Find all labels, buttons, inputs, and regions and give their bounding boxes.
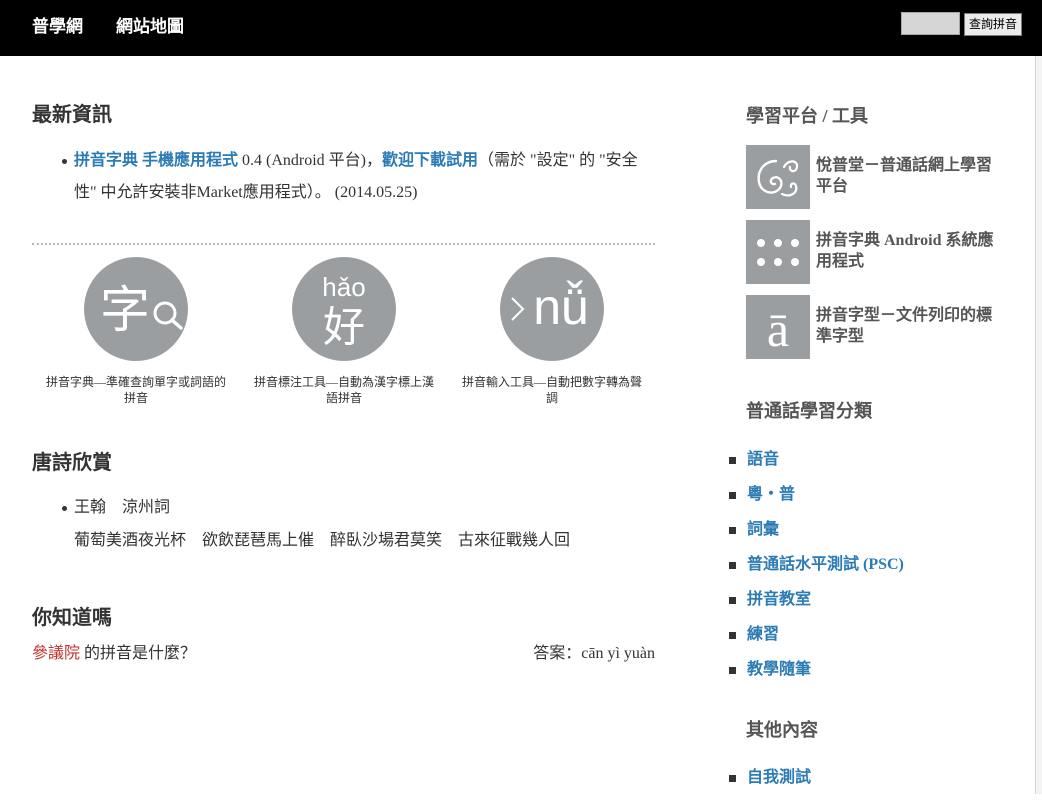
category-link-cantonese-mandarin[interactable]: 粵・普 xyxy=(747,486,795,503)
other-content-list: 自我測試 xyxy=(729,766,811,801)
quiz-answer: 答案：cān yì yuàn xyxy=(533,642,655,666)
pinyin-dictionary-tool-link[interactable]: 字 xyxy=(84,257,188,361)
pinyin-annotation-icon[interactable]: hǎo 好 xyxy=(292,257,396,361)
news-version-text: 0.4 (Android 平台)， xyxy=(238,152,383,169)
tool-caption: 拼音標注工具—自動為漢字標上漢語拼音 xyxy=(253,375,434,405)
dictionary-magnifier-icon[interactable]: 字 xyxy=(84,257,188,361)
category-link-pinyin-class[interactable]: 拼音教室 xyxy=(747,591,811,608)
poem-line: 醉臥沙場君莫笑 xyxy=(330,532,443,549)
platform-label[interactable]: 悅普堂－普通話網上學習平台 xyxy=(816,155,1002,209)
letter-a-macron-icon[interactable]: ā xyxy=(746,295,810,359)
font-glyph: ā xyxy=(767,301,789,357)
quiz-answer-pinyin: cān yì yuàn xyxy=(581,645,655,662)
pinyin-search-input[interactable] xyxy=(901,12,960,35)
list-item: 語音 xyxy=(729,448,904,472)
square-bullet xyxy=(729,667,736,674)
vertical-scrollbar[interactable] xyxy=(1035,56,1042,794)
annotation-glyph: 好 xyxy=(323,304,365,351)
list-item: 教學隨筆 xyxy=(729,658,904,682)
platform-label[interactable]: 拼音字型－文件列印的標準字型 xyxy=(816,305,1002,359)
square-bullet xyxy=(729,492,736,499)
list-item: 詞彙 xyxy=(729,518,904,542)
platform-label[interactable]: 拼音字典 Android 系統應用程式 xyxy=(816,230,1002,284)
bullet xyxy=(62,159,67,164)
dictionary-glyph: 字 xyxy=(100,282,150,338)
square-bullet xyxy=(729,457,736,464)
pinyin-search-button[interactable]: 查詢拼音 xyxy=(964,13,1022,36)
quiz-word: 參議院 xyxy=(32,645,81,662)
platform-item-pinyin-font[interactable]: ā 拼音字型－文件列印的標準字型 xyxy=(746,295,1006,359)
bullet xyxy=(62,506,67,511)
annotation-pinyin: hǎo xyxy=(322,272,365,302)
square-bullet xyxy=(729,632,736,639)
news-item: 拼音字典 手機應用程式 0.4 (Android 平台)，歡迎下載試用（需於 "… xyxy=(62,145,646,209)
quiz-question-text: 的拼音是什麼？ xyxy=(80,645,197,662)
poem-author: 王翰 xyxy=(74,499,107,516)
tool-annotation: hǎo 好 拼音標注工具—自動為漢字標上漢語拼音 xyxy=(240,257,448,406)
poem-line: 古來征戰幾人回 xyxy=(458,532,571,549)
download-link[interactable]: 歡迎下載試用 xyxy=(382,152,478,169)
platform-item-android-app[interactable]: 拼音字典 Android 系統應用程式 xyxy=(746,220,1006,284)
list-item: 普通話水平測試 (PSC) xyxy=(729,553,904,577)
tools-row: 字 拼音字典—準確查詢單字或詞語的拼音 hǎo 好 拼音標注工具—自動為漢字標上… xyxy=(32,257,656,406)
tool-caption: 拼音輸入工具—自動把數字轉為聲調 xyxy=(461,375,642,405)
tool-dictionary: 字 拼音字典—準確查詢單字或詞語的拼音 xyxy=(32,257,240,406)
square-bullet xyxy=(729,597,736,604)
category-link-vocabulary[interactable]: 詞彙 xyxy=(747,521,779,538)
list-item: 粵・普 xyxy=(729,483,904,507)
input-glyph: nǚ xyxy=(533,279,589,335)
quiz-question: 參議院 的拼音是什麼？ xyxy=(32,642,196,666)
dots-grid-icon[interactable] xyxy=(746,220,810,284)
list-item: 拼音教室 xyxy=(729,588,904,612)
list-item: 練習 xyxy=(729,623,904,647)
category-link-teaching-notes[interactable]: 教學隨筆 xyxy=(747,661,811,678)
pinyin-dictionary-app-link[interactable]: 拼音字典 手機應用程式 xyxy=(74,152,238,169)
platform-item-yuepu[interactable]: 悅普堂－普通話網上學習平台 xyxy=(746,145,1006,209)
poem-body: 葡萄美酒夜光杯 欲飲琵琶馬上催 醉臥沙場君莫笑 古來征戰幾人回 xyxy=(74,529,570,553)
tool-caption: 拼音字典—準確查詢單字或詞語的拼音 xyxy=(45,375,226,405)
site-home-link[interactable]: 普學網 xyxy=(32,17,83,37)
category-link-exercises[interactable]: 練習 xyxy=(747,626,779,643)
top-navigation-bar: 普學網 網站地圖 查詢拼音 xyxy=(0,0,1042,56)
category-link-phonetics[interactable]: 語音 xyxy=(747,451,779,468)
category-link-psc[interactable]: 普通話水平測試 (PSC) xyxy=(747,556,904,573)
square-bullet xyxy=(729,775,736,782)
poem-line: 欲飲琵琶馬上催 xyxy=(202,532,315,549)
poem-header: 王翰 涼州詞 xyxy=(62,496,171,520)
other-content-heading: 其他內容 xyxy=(746,720,818,740)
categories-heading: 普通話學習分類 xyxy=(746,401,872,421)
pinyin-input-tool-link[interactable]: nǚ xyxy=(500,257,604,361)
square-bullet xyxy=(729,562,736,569)
dotted-divider xyxy=(32,243,655,245)
tool-input: nǚ 拼音輸入工具—自動把數字轉為聲調 xyxy=(448,257,656,406)
sitemap-link[interactable]: 網站地圖 xyxy=(116,17,184,37)
news-heading: 最新資訊 xyxy=(32,104,112,126)
pinyin-input-icon[interactable]: nǚ xyxy=(500,257,604,361)
did-you-know-heading: 你知道嗎 xyxy=(32,607,112,629)
poem-line: 葡萄美酒夜光杯 xyxy=(74,532,187,549)
list-item: 自我測試 xyxy=(729,766,811,790)
quiz-answer-label: 答案： xyxy=(533,645,582,662)
swirl-logo-icon[interactable] xyxy=(746,145,810,209)
platforms-heading: 學習平台 / 工具 xyxy=(746,106,869,126)
tang-poetry-heading: 唐詩欣賞 xyxy=(32,452,112,474)
self-test-link[interactable]: 自我測試 xyxy=(747,769,811,786)
square-bullet xyxy=(729,527,736,534)
news-list: 拼音字典 手機應用程式 0.4 (Android 平台)，歡迎下載試用（需於 "… xyxy=(62,145,646,209)
categories-list: 語音 粵・普 詞彙 普通話水平測試 (PSC) 拼音教室 練習 教學隨筆 xyxy=(729,448,904,693)
poem-title: 涼州詞 xyxy=(122,499,171,516)
pinyin-annotation-tool-link[interactable]: hǎo 好 xyxy=(292,257,396,361)
platforms-list: 悅普堂－普通話網上學習平台 拼音字典 Android 系統應用程式 ā 拼音字型… xyxy=(746,145,1006,370)
